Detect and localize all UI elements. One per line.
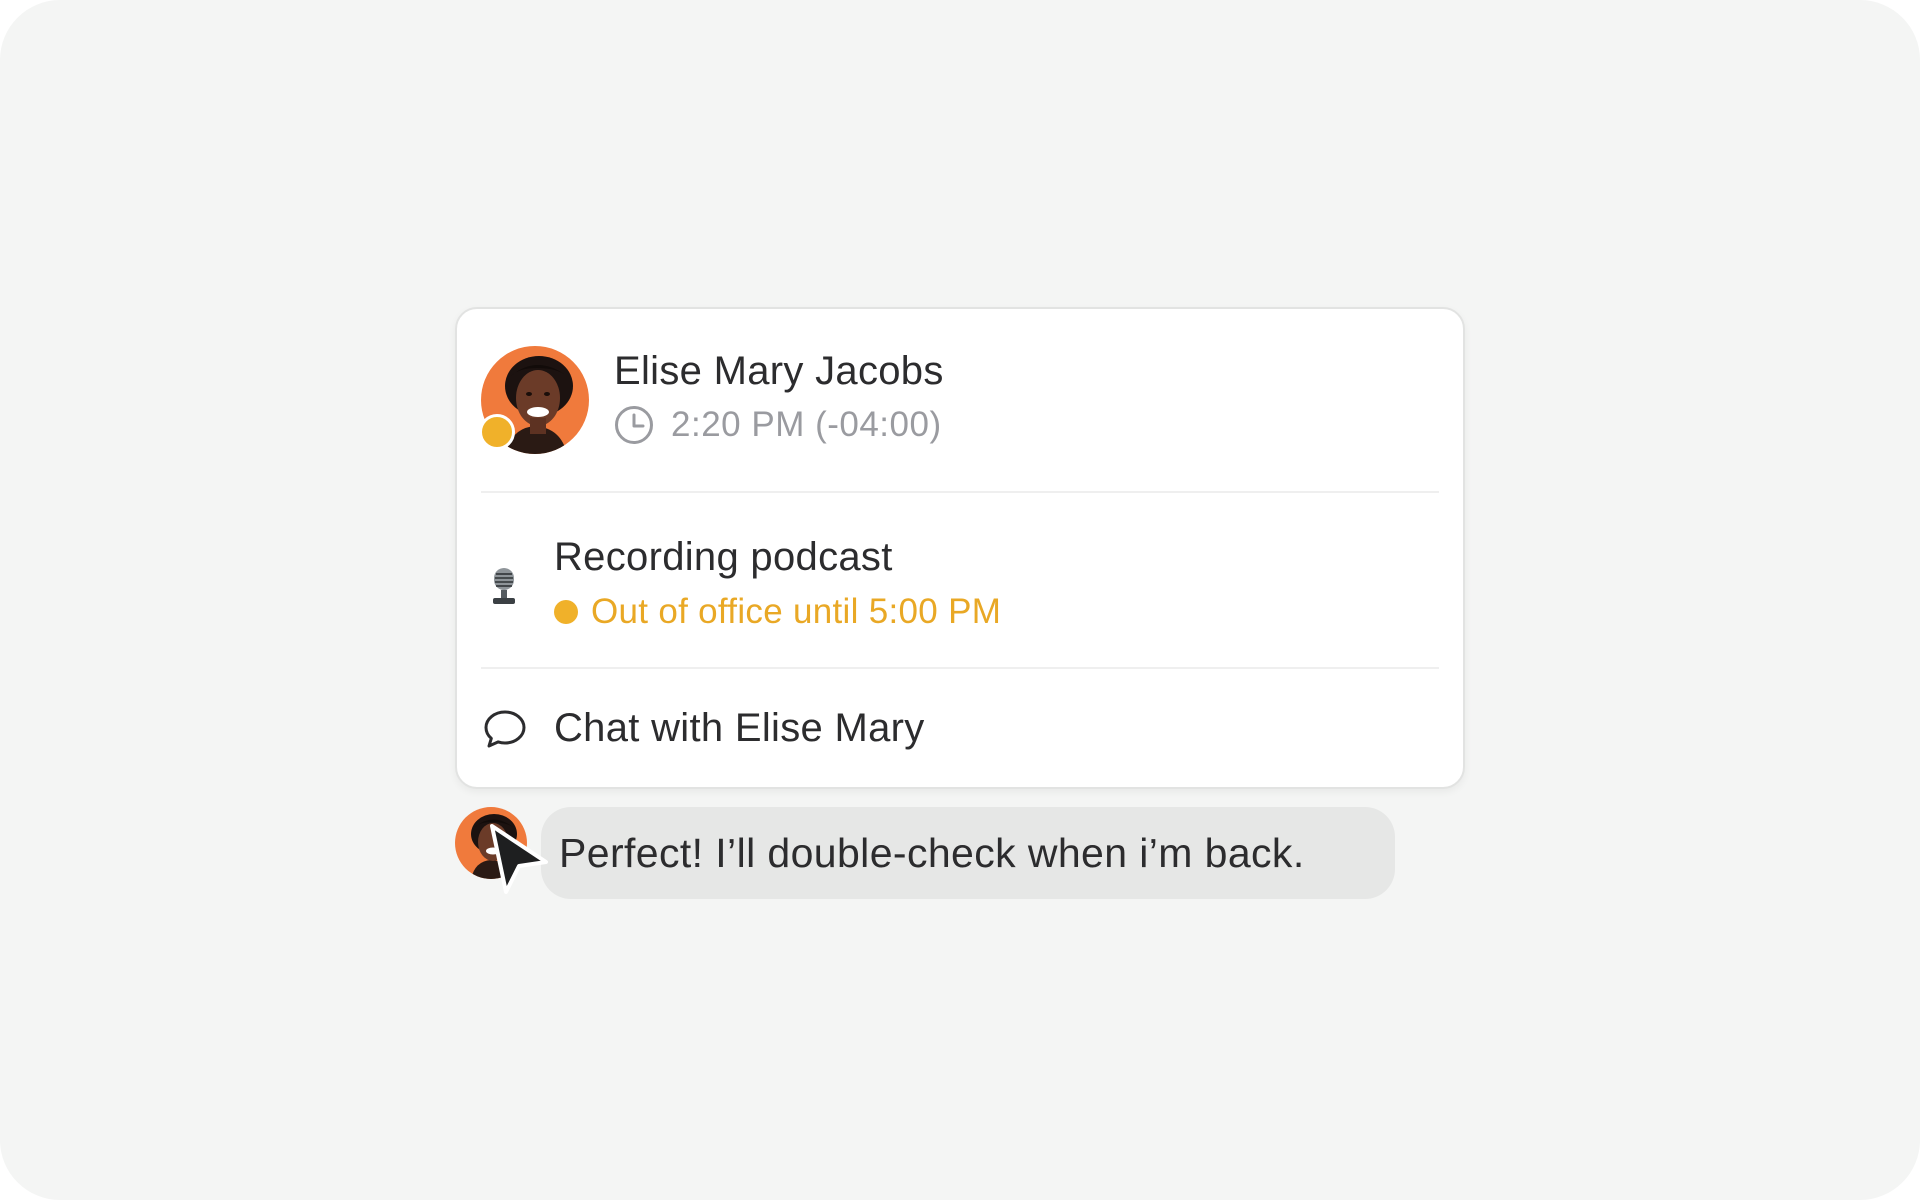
- profile-card: Elise Mary Jacobs 2:20 PM (-04:00) Recor…: [455, 307, 1465, 789]
- chat-label: Chat with Elise Mary: [554, 706, 925, 750]
- chat-action[interactable]: Chat with Elise Mary: [457, 668, 1463, 789]
- chat-bubble-icon: [484, 710, 526, 748]
- chat-button[interactable]: Chat with Elise Mary: [457, 668, 1463, 789]
- studio-microphone-icon: [493, 568, 515, 604]
- local-time-text: 2:20 PM (-04:00): [671, 405, 942, 444]
- away-dot: [554, 600, 578, 624]
- availability: Out of office until 5:00 PM: [554, 592, 1001, 632]
- canvas: Elise Mary Jacobs 2:20 PM (-04:00) Recor…: [0, 0, 1920, 1200]
- custom-status: Recording podcast Out of office until 5:…: [457, 492, 1463, 668]
- presence-indicator: [479, 414, 515, 450]
- mouse-pointer-icon: [490, 824, 548, 894]
- message-text: Perfect! I’ll double-check when i’m back…: [559, 830, 1305, 876]
- local-time: 2:20 PM (-04:00): [614, 405, 942, 445]
- availability-text: Out of office until 5:00 PM: [591, 592, 1002, 631]
- status-title: Recording podcast: [554, 535, 893, 579]
- clock-icon: [615, 406, 653, 444]
- avatar[interactable]: [479, 346, 589, 454]
- profile-header: Elise Mary Jacobs 2:20 PM (-04:00): [457, 309, 1463, 492]
- profile-name: Elise Mary Jacobs: [614, 349, 944, 393]
- message-bubble[interactable]: Perfect! I’ll double-check when i’m back…: [541, 807, 1395, 899]
